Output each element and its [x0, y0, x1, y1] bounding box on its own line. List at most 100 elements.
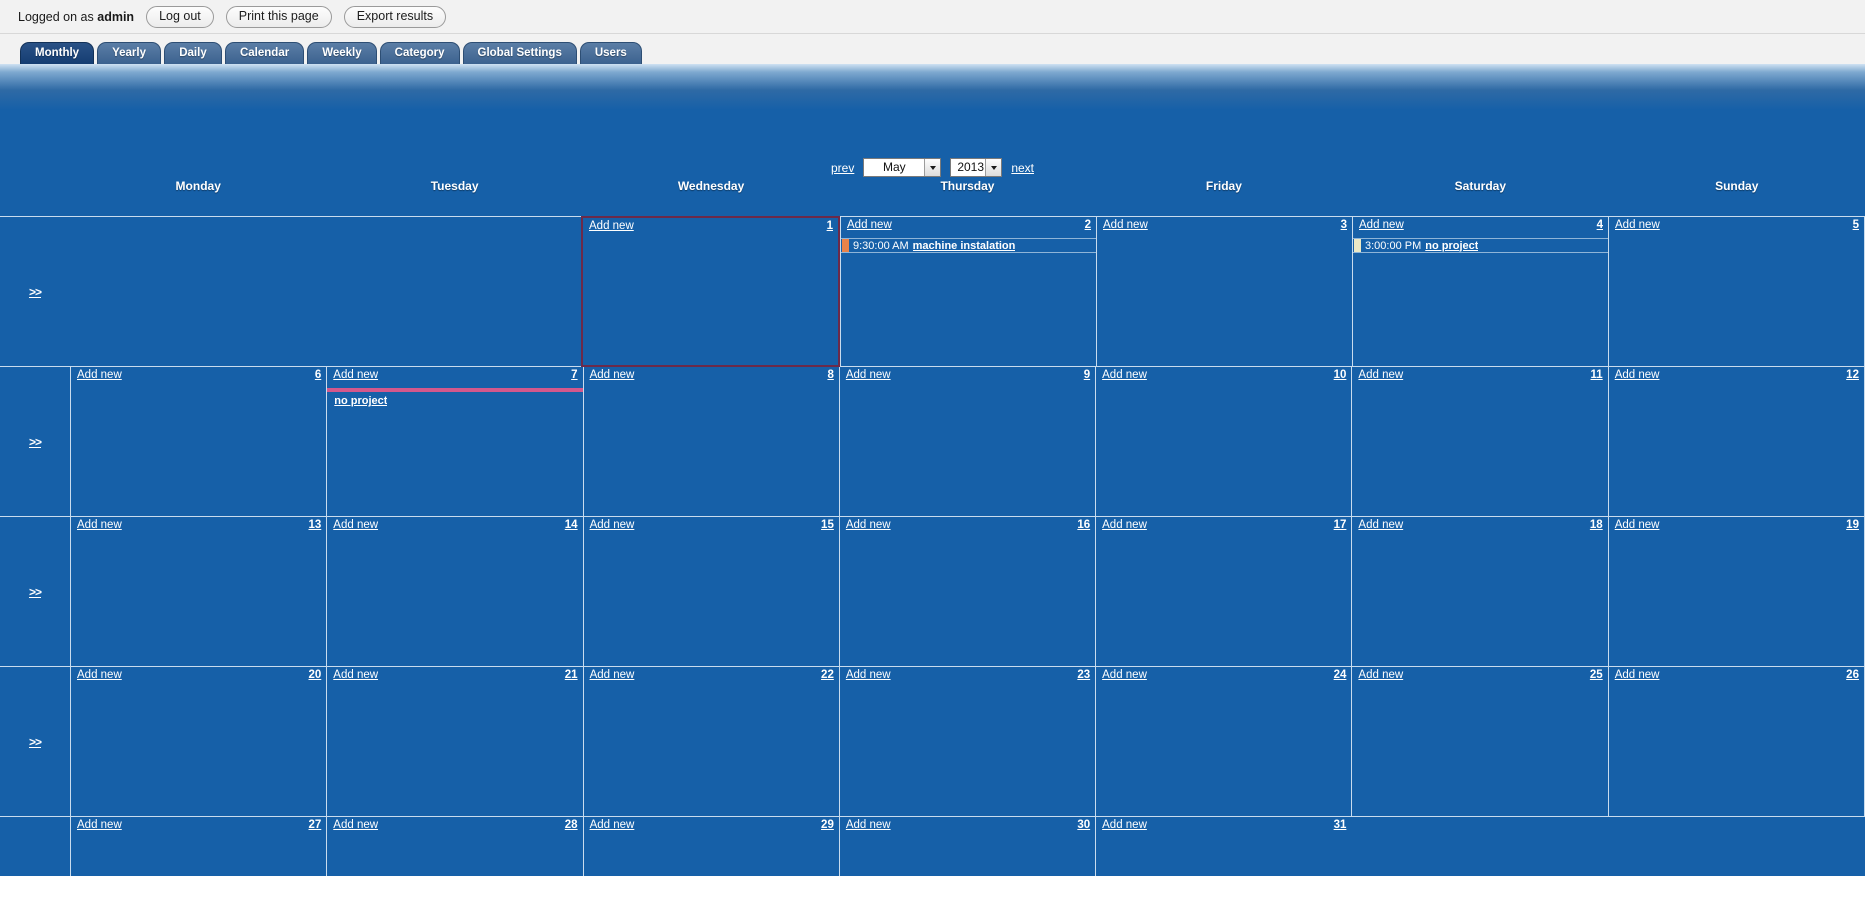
- calendar-event[interactable]: no project: [327, 388, 583, 407]
- add-new-link[interactable]: Add new: [1359, 219, 1404, 231]
- day-number-link[interactable]: 28: [565, 819, 578, 831]
- add-new-link[interactable]: Add new: [77, 819, 122, 831]
- day-number-link[interactable]: 19: [1846, 519, 1859, 531]
- tab-daily[interactable]: Daily: [163, 42, 222, 64]
- calendar-day-cell[interactable]: Add new 16: [838, 517, 1095, 666]
- next-month-link[interactable]: next: [1011, 161, 1034, 175]
- add-new-link[interactable]: Add new: [590, 669, 635, 681]
- week-detail-link[interactable]: >>: [29, 435, 42, 449]
- add-new-link[interactable]: Add new: [1358, 669, 1403, 681]
- event-title-link[interactable]: no project: [334, 395, 387, 407]
- day-number-link[interactable]: 25: [1590, 669, 1603, 681]
- add-new-link[interactable]: Add new: [333, 819, 378, 831]
- calendar-day-cell[interactable]: Add new 10: [1095, 367, 1351, 516]
- day-number-link[interactable]: 10: [1334, 369, 1347, 381]
- tab-global-settings[interactable]: Global Settings: [462, 42, 577, 64]
- day-number-link[interactable]: 3: [1341, 219, 1347, 231]
- add-new-link[interactable]: Add new: [333, 669, 378, 681]
- calendar-event[interactable]: 3:00:00 PM no project: [1353, 238, 1608, 253]
- add-new-link[interactable]: Add new: [590, 369, 635, 381]
- calendar-day-cell[interactable]: Add new 19: [1607, 517, 1865, 666]
- day-number-link[interactable]: 11: [1591, 369, 1603, 381]
- tab-users[interactable]: Users: [579, 42, 642, 64]
- add-new-link[interactable]: Add new: [1358, 369, 1403, 381]
- add-new-link[interactable]: Add new: [846, 369, 891, 381]
- tab-monthly[interactable]: Monthly: [20, 42, 95, 64]
- day-number-link[interactable]: 22: [821, 669, 834, 681]
- day-number-link[interactable]: 12: [1846, 369, 1859, 381]
- calendar-day-cell[interactable]: Add new 5: [1608, 217, 1865, 366]
- year-select[interactable]: 2013: [950, 158, 1003, 177]
- calendar-day-cell[interactable]: Add new 20: [70, 667, 326, 816]
- calendar-day-cell[interactable]: Add new 21: [326, 667, 582, 816]
- calendar-day-cell[interactable]: Add new 9: [838, 367, 1095, 516]
- add-new-link[interactable]: Add new: [846, 669, 891, 681]
- add-new-link[interactable]: Add new: [590, 519, 635, 531]
- day-number-link[interactable]: 5: [1853, 219, 1859, 231]
- day-number-link[interactable]: 29: [821, 819, 834, 831]
- add-new-link[interactable]: Add new: [1102, 519, 1147, 531]
- add-new-link[interactable]: Add new: [333, 519, 378, 531]
- month-select[interactable]: May: [863, 158, 942, 177]
- calendar-day-cell[interactable]: Add new 7 no project: [326, 367, 583, 516]
- add-new-link[interactable]: Add new: [77, 369, 122, 381]
- day-number-link[interactable]: 8: [827, 369, 833, 381]
- print-page-button[interactable]: Print this page: [225, 5, 332, 28]
- add-new-link[interactable]: Add new: [1615, 369, 1660, 381]
- calendar-day-cell[interactable]: Add new 1: [581, 216, 840, 367]
- export-results-button[interactable]: Export results: [343, 5, 447, 28]
- calendar-day-cell[interactable]: Add new 18: [1351, 517, 1607, 666]
- event-title-link[interactable]: no project: [1425, 240, 1478, 252]
- calendar-day-cell[interactable]: Add new 2 9:30:00 AM machine instalation: [840, 217, 1096, 366]
- day-number-link[interactable]: 17: [1334, 519, 1347, 531]
- calendar-day-cell[interactable]: Add new 11: [1351, 367, 1607, 516]
- day-number-link[interactable]: 14: [565, 519, 578, 531]
- calendar-day-cell[interactable]: Add new 14: [326, 517, 582, 666]
- calendar-day-cell[interactable]: Add new 23: [838, 667, 1095, 816]
- day-number-link[interactable]: 20: [308, 669, 321, 681]
- day-number-link[interactable]: 6: [315, 369, 321, 381]
- calendar-day-cell[interactable]: Add new 25: [1351, 667, 1607, 816]
- calendar-day-cell[interactable]: Add new 17: [1095, 517, 1351, 666]
- calendar-day-cell[interactable]: Add new 12: [1607, 367, 1865, 516]
- day-number-link[interactable]: 18: [1590, 519, 1603, 531]
- day-number-link[interactable]: 2: [1085, 219, 1091, 231]
- add-new-link[interactable]: Add new: [1615, 519, 1660, 531]
- calendar-day-cell[interactable]: Add new 15: [582, 517, 839, 666]
- day-number-link[interactable]: 23: [1077, 669, 1090, 681]
- add-new-link[interactable]: Add new: [846, 519, 891, 531]
- week-detail-link[interactable]: >>: [29, 735, 42, 749]
- day-number-link[interactable]: 31: [1334, 819, 1347, 831]
- week-detail-link[interactable]: >>: [29, 285, 42, 299]
- day-number-link[interactable]: 21: [565, 669, 578, 681]
- event-title-link[interactable]: machine instalation: [913, 240, 1016, 252]
- tab-yearly[interactable]: Yearly: [97, 42, 161, 64]
- logout-button[interactable]: Log out: [146, 5, 214, 28]
- calendar-day-cell[interactable]: Add new 22: [582, 667, 839, 816]
- add-new-link[interactable]: Add new: [589, 220, 634, 232]
- calendar-event[interactable]: 9:30:00 AM machine instalation: [841, 238, 1096, 253]
- calendar-day-cell[interactable]: Add new 13: [70, 517, 326, 666]
- add-new-link[interactable]: Add new: [333, 369, 378, 381]
- day-number-link[interactable]: 24: [1334, 669, 1347, 681]
- calendar-day-cell[interactable]: Add new 24: [1095, 667, 1351, 816]
- day-number-link[interactable]: 30: [1077, 819, 1090, 831]
- add-new-link[interactable]: Add new: [1102, 819, 1147, 831]
- add-new-link[interactable]: Add new: [77, 519, 122, 531]
- week-detail-link[interactable]: >>: [29, 585, 42, 599]
- day-number-link[interactable]: 1: [827, 220, 833, 232]
- day-number-link[interactable]: 9: [1084, 369, 1090, 381]
- add-new-link[interactable]: Add new: [590, 819, 635, 831]
- day-number-link[interactable]: 7: [571, 369, 577, 381]
- calendar-day-cell[interactable]: Add new 26: [1607, 667, 1865, 816]
- day-number-link[interactable]: 16: [1077, 519, 1090, 531]
- prev-month-link[interactable]: prev: [831, 161, 854, 175]
- calendar-day-cell[interactable]: Add new 4 3:00:00 PM no project: [1352, 217, 1608, 366]
- add-new-link[interactable]: Add new: [1103, 219, 1148, 231]
- calendar-day-cell[interactable]: Add new 6: [70, 367, 326, 516]
- tab-weekly[interactable]: Weekly: [307, 42, 377, 64]
- tab-category[interactable]: Category: [379, 42, 460, 64]
- add-new-link[interactable]: Add new: [1615, 219, 1660, 231]
- calendar-day-cell[interactable]: Add new 3: [1096, 217, 1352, 366]
- day-number-link[interactable]: 26: [1846, 669, 1859, 681]
